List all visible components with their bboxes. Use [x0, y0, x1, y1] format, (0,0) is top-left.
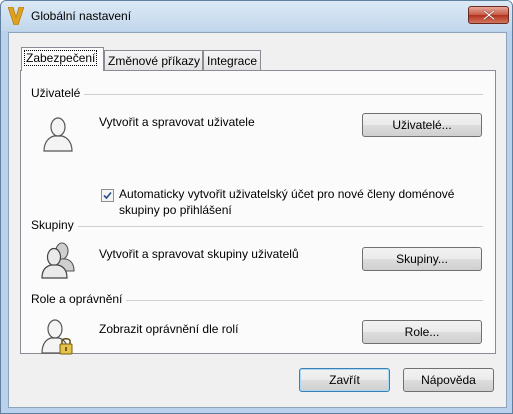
help-button[interactable]: Nápověda — [403, 368, 494, 392]
users-description: Vytvořit a spravovat uživatele — [99, 115, 255, 129]
auto-create-label[interactable]: Automaticky vytvořit uživatelský účet pr… — [119, 186, 479, 218]
group-icon — [41, 242, 75, 279]
section-divider — [31, 226, 483, 227]
user-lock-icon — [41, 319, 73, 355]
window-title: Globální nastavení — [31, 9, 132, 23]
close-button[interactable]: Zavřít — [299, 368, 390, 392]
groups-section-title: Skupiny — [31, 218, 78, 232]
tab-change-orders[interactable]: Změnové příkazy — [104, 50, 203, 70]
section-divider — [31, 94, 483, 95]
groups-description: Vytvořit a spravovat skupiny uživatelů — [99, 247, 299, 261]
roles-button[interactable]: Role... — [362, 320, 482, 344]
window-close-button[interactable] — [468, 6, 509, 24]
checkmark-icon — [103, 191, 112, 200]
tab-integration[interactable]: Integrace — [203, 50, 261, 70]
dialog-client-area: Zabezpečení Změnové příkazy Integrace Už… — [8, 32, 507, 408]
auto-create-checkbox[interactable] — [101, 189, 114, 202]
users-button[interactable]: Uživatelé... — [362, 113, 482, 137]
close-icon — [483, 10, 495, 20]
roles-section-title: Role a oprávnění — [31, 292, 127, 306]
settings-dialog: Globální nastavení Zabezpečení Změnové p… — [0, 0, 513, 414]
tab-security[interactable]: Zabezpečení — [21, 47, 104, 71]
users-section-title: Uživatelé — [31, 86, 85, 100]
title-bar[interactable]: Globální nastavení — [1, 1, 512, 31]
security-tab-panel: Uživatelé Vytvořit a spravovat uživatele… — [20, 70, 496, 355]
groups-button[interactable]: Skupiny... — [362, 247, 482, 271]
user-icon — [43, 117, 73, 152]
vault-app-icon — [8, 7, 24, 25]
roles-description: Zobrazit oprávnění dle rolí — [99, 322, 239, 336]
